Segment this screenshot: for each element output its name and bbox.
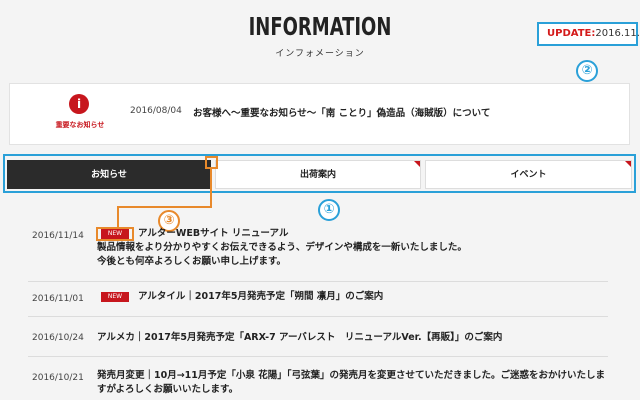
annotation-connector	[210, 169, 212, 207]
news-date: 2016/11/14	[32, 231, 84, 241]
news-date: 2016/10/24	[32, 333, 84, 343]
news-body-line: 製品情報をより分かりやすくお伝えできるよう、デザインや構成を一新いたしました。	[97, 242, 467, 253]
news-date: 2016/11/01	[32, 294, 84, 304]
callout-two: ②	[576, 60, 598, 82]
annotation-connector	[117, 206, 119, 228]
annotation-connector	[117, 206, 212, 208]
new-corner-marker	[414, 161, 420, 167]
tab-shipping-label: 出荷案内	[299, 170, 336, 180]
news-title-link[interactable]: 発売月変更｜10月→11月予定「小泉 花陽」「弓弦葉」の発売月を変更させていただ…	[97, 369, 605, 383]
news-body-line: すがよろしくお願いいたします。	[97, 384, 239, 395]
news-title-link[interactable]: アルタイル｜2017年5月発売予定「朔間 凛月」のご案内	[138, 290, 383, 304]
divider	[28, 316, 608, 317]
update-date: 2016.11.14	[595, 28, 640, 39]
info-icon: i	[69, 94, 89, 114]
page-title: INFORMATION	[248, 12, 392, 41]
update-label: UPDATE:	[547, 28, 596, 39]
new-badge: NEW	[101, 292, 129, 302]
update-indicator: UPDATE:2016.11.14	[537, 22, 640, 46]
divider	[28, 281, 608, 282]
tab-news[interactable]: お知らせ	[7, 160, 211, 189]
notice-link[interactable]: お客様へ～重要なお知らせ～「南 ことり」偽造品（海賊版）について	[193, 105, 490, 119]
tab-news-label: お知らせ	[91, 170, 127, 180]
notice-date: 2016/08/04	[130, 106, 182, 116]
callout-one: ①	[318, 199, 340, 221]
annotation-marker	[205, 156, 218, 169]
tab-shipping[interactable]: 出荷案内	[215, 160, 421, 189]
divider	[28, 356, 608, 357]
new-corner-marker	[625, 161, 631, 167]
tab-event[interactable]: イベント	[425, 160, 632, 189]
important-notice[interactable]: i 重要なお知らせ 2016/08/04 お客様へ～重要なお知らせ～「南 ことり…	[9, 83, 630, 145]
news-body-line: 今後とも何卒よろしくお願い申し上げます。	[97, 256, 287, 267]
new-badge: NEW	[101, 229, 129, 239]
tab-event-label: イベント	[510, 170, 547, 180]
news-title-link[interactable]: アルターWEBサイト リニューアル	[138, 227, 288, 241]
news-title-link[interactable]: アルメカ｜2017年5月発売予定「ARX-7 アーバレスト リニューアルVer.…	[97, 331, 502, 345]
news-date: 2016/10/21	[32, 373, 84, 383]
page-subtitle: インフォメーション	[275, 49, 365, 59]
notice-icon-label: 重要なお知らせ	[55, 121, 105, 129]
